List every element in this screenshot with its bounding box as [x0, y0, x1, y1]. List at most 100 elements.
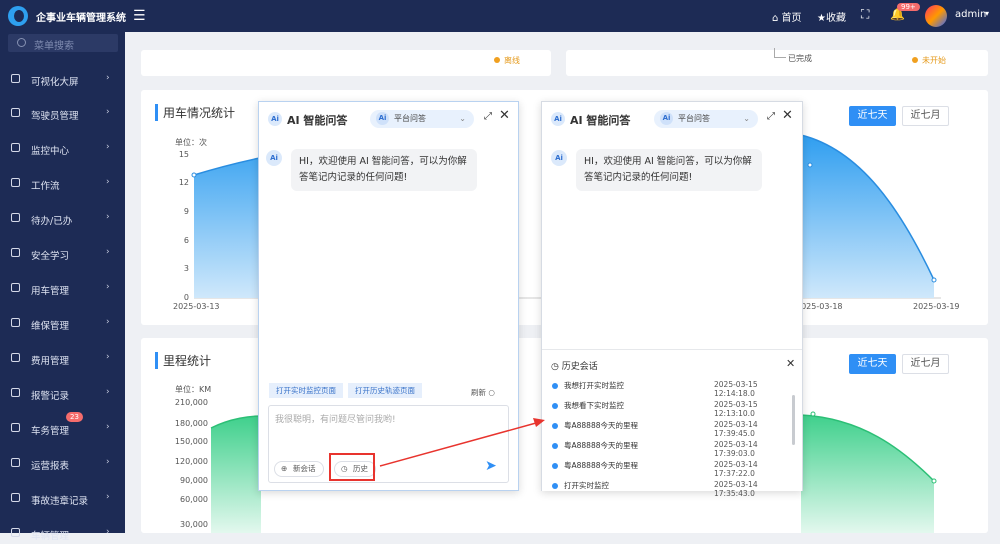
sidebar-item[interactable]: 车辆管理 ›: [0, 524, 125, 544]
chevron-right-icon: ›: [106, 142, 110, 152]
chat-title: AI 智能问答: [287, 114, 348, 127]
home-icon: ⌂: [772, 13, 779, 24]
usage-y-tick: 3: [183, 264, 189, 273]
menu-icon: [11, 353, 20, 362]
favorite-link[interactable]: ★收藏: [817, 9, 846, 24]
quick-link-realtime[interactable]: 打开实时监控页面: [269, 383, 343, 398]
sidebar-item[interactable]: 运营报表 ›: [0, 454, 125, 474]
sidebar-item-label: 车辆管理: [31, 531, 70, 542]
mode-select[interactable]: Ai 平台问答 ⌄: [654, 110, 758, 128]
summary-card-right: 已完成 未开始: [566, 48, 988, 76]
home-label: 首页: [781, 13, 802, 24]
greeting-bubble: HI，欢迎使用 AI 智能问答，可以为你解答笔记内记录的任何问题!: [291, 149, 477, 191]
menu-toggle-icon[interactable]: ☰: [133, 8, 146, 24]
plus-circle-icon: ⊕: [281, 464, 288, 473]
history-item[interactable]: 我想打开实时监控 2025-03-15 12:14:18.0: [552, 379, 797, 398]
usage-point: [191, 172, 197, 178]
refresh-link[interactable]: 刷新 ○: [471, 387, 495, 398]
quick-link-history-track[interactable]: 打开历史轨迹页面: [348, 383, 422, 398]
history-popover: ◷ 历史会话 ✕ 我想打开实时监控 2025-03-15 12:14:18.0 我想…: [542, 349, 802, 498]
sidebar-badge: 23: [66, 412, 83, 422]
history-item-text: 粤A88888今天的里程: [564, 421, 638, 430]
mileage-area-right: [801, 415, 934, 533]
chevron-right-icon: ›: [106, 387, 110, 397]
history-item[interactable]: 粤A88888今天的里程 2025-03-14 17:39:03.0: [552, 439, 797, 458]
history-item-time: 2025-03-14 17:39:45.0: [714, 420, 758, 438]
ai-logo-icon: Ai: [660, 112, 673, 125]
sidebar-item[interactable]: 车务管理 › 23: [0, 412, 125, 439]
chevron-down-icon: ⌄: [743, 114, 750, 123]
ai-logo-icon: Ai: [376, 112, 389, 125]
sidebar-item[interactable]: 报警记录 ›: [0, 384, 125, 404]
close-icon[interactable]: ✕: [782, 108, 793, 123]
history-item[interactable]: 我想看下实时监控 2025-03-15 12:13:10.0: [552, 399, 797, 418]
menu-icon: [11, 108, 20, 117]
history-item[interactable]: 粤A88888今天的里程 2025-03-14 17:37:22.0: [552, 459, 797, 478]
menu-icon: [11, 318, 20, 327]
new-session-label: 新会话: [293, 464, 316, 473]
menu-icon: [11, 178, 20, 187]
star-icon: ★: [817, 13, 826, 24]
history-scrollbar[interactable]: [792, 395, 795, 445]
sidebar-item[interactable]: 待办/已办 ›: [0, 209, 125, 229]
mileage-y-tick: 210,000: [174, 398, 208, 407]
menu-icon: [11, 248, 20, 257]
clock-icon: ◷: [551, 362, 559, 372]
close-icon[interactable]: ✕: [786, 357, 795, 370]
history-dot: [552, 403, 558, 409]
user-dropdown-icon[interactable]: ▾: [985, 9, 989, 18]
history-item[interactable]: 粤A88888今天的里程 2025-03-14 17:39:45.0: [552, 419, 797, 438]
fullscreen-icon[interactable]: ⛶: [861, 7, 869, 22]
ai-logo-icon: Ai: [551, 112, 565, 126]
sidebar-item-label: 用车管理: [31, 286, 70, 297]
mode-select[interactable]: Ai 平台问答 ⌄: [370, 110, 474, 128]
usage-y-tick: 15: [178, 150, 189, 159]
chevron-right-icon: ›: [106, 422, 110, 432]
sidebar-item[interactable]: 维保管理 ›: [0, 314, 125, 334]
done-text: 已完成: [788, 54, 812, 63]
usage-y-tick: 12: [178, 178, 189, 187]
ai-avatar: Ai: [266, 150, 282, 166]
sidebar-item[interactable]: 安全学习 ›: [0, 244, 125, 264]
sidebar-item-label: 事故违章记录: [31, 496, 89, 507]
notification-badge: 99+: [897, 3, 920, 11]
history-item-time: 2025-03-14 17:39:03.0: [714, 440, 758, 458]
sidebar-item-label: 运营报表: [31, 461, 70, 472]
history-item-time: 2025-03-14 17:37:22.0: [714, 460, 758, 478]
new-session-button[interactable]: ⊕ 新会话: [274, 461, 324, 477]
history-item-time: 2025-03-15 12:13:10.0: [714, 400, 758, 418]
history-item-text: 我想看下实时监控: [564, 401, 624, 410]
avatar[interactable]: [925, 5, 947, 27]
sidebar-item-label: 报警记录: [31, 391, 70, 402]
sidebar-item-label: 监控中心: [31, 146, 70, 157]
menu-icon: [11, 74, 20, 83]
usage-point: [931, 277, 937, 283]
sidebar-item[interactable]: 监控中心 ›: [0, 139, 125, 159]
mileage-area-left: [211, 416, 261, 533]
sidebar-item-label: 费用管理: [31, 356, 70, 367]
close-icon[interactable]: ✕: [499, 108, 510, 123]
history-item-text: 我想打开实时监控: [564, 381, 624, 390]
sidebar-item[interactable]: 可视化大屏 ›: [0, 70, 125, 90]
sidebar-item[interactable]: 工作流 ›: [0, 174, 125, 194]
send-icon[interactable]: ➤: [485, 458, 497, 474]
history-item[interactable]: 打开实时监控 2025-03-14 17:35:43.0: [552, 479, 797, 498]
chevron-right-icon: ›: [106, 212, 110, 222]
sidebar-item[interactable]: 用车管理 ›: [0, 279, 125, 299]
status-dot: [494, 57, 500, 63]
sidebar-item[interactable]: 驾驶员管理 ›: [0, 104, 125, 124]
mileage-y-tick: 150,000: [174, 437, 208, 446]
user-name[interactable]: admin: [955, 9, 986, 20]
sidebar-item[interactable]: 费用管理 ›: [0, 349, 125, 369]
chevron-right-icon: ›: [106, 457, 110, 467]
refresh-label: 刷新: [471, 388, 486, 397]
sidebar-item[interactable]: 事故违章记录 ›: [0, 489, 125, 509]
menu-search-input[interactable]: 菜单搜索: [8, 34, 118, 52]
sidebar: 菜单搜索 可视化大屏 › 驾驶员管理 › 监控中心 › 工作流 › 待办/已办 › 安全学习 › 用车管…: [0, 32, 125, 542]
home-link[interactable]: ⌂ 首页: [772, 9, 802, 24]
ai-chat-panel-right: Ai AI 智能问答 Ai 平台问答 ⌄ ⤢ ✕ Ai HI，欢迎使用 AI 智…: [541, 101, 803, 498]
chat-input[interactable]: 我很聪明，有问题尽管问我哟! ⊕ 新会话 ◷ 历史 ➤: [268, 405, 509, 483]
expand-icon[interactable]: ⤢: [767, 111, 775, 122]
status-text: 离线: [504, 56, 520, 65]
expand-icon[interactable]: ⤢: [484, 111, 492, 122]
